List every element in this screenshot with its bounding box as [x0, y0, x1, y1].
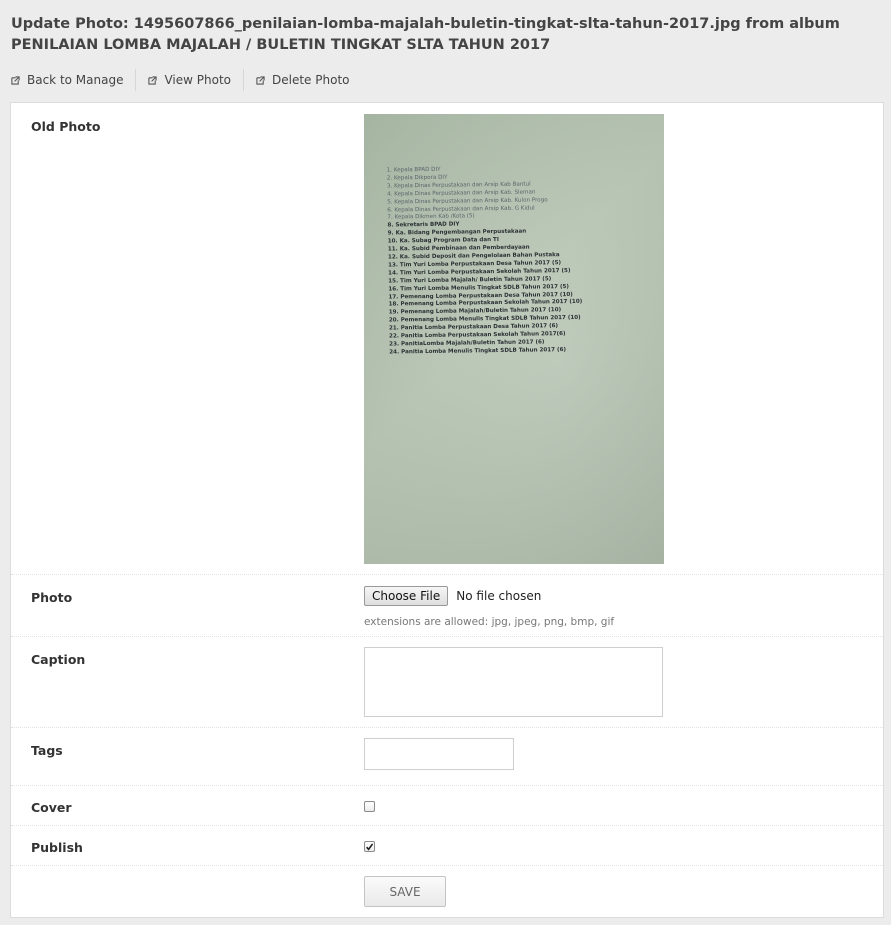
photo-document-text: 1. Kepala BPAD DIY 2. Kepala Dikpora DIY 3…: [387, 164, 610, 357]
external-link-icon: [11, 75, 20, 85]
checkmark-icon: [366, 842, 374, 851]
tags-label: Tags: [31, 743, 63, 758]
publish-checkbox[interactable]: [364, 841, 375, 852]
old-photo-row: Old Photo 1. Kepala BPAD DIY 2. Kepala Di…: [11, 103, 883, 575]
caption-textarea[interactable]: [364, 647, 663, 717]
extensions-hint: extensions are allowed: jpg, jpeg, png, …: [364, 616, 615, 628]
tags-input[interactable]: [364, 738, 514, 770]
old-photo-label: Old Photo: [31, 119, 101, 134]
cover-label: Cover: [31, 800, 72, 815]
page-title: Update Photo: 1495607866_penilaian-lomba…: [11, 16, 840, 53]
tags-row: Tags: [11, 728, 883, 786]
external-link-icon: [148, 75, 158, 85]
view-photo-link[interactable]: View Photo: [136, 69, 245, 91]
file-input: Choose File No file chosen extensions ar…: [364, 585, 614, 628]
save-row: SAVE: [11, 866, 883, 918]
publish-label: Publish: [31, 840, 83, 855]
delete-photo-label: Delete Photo: [272, 73, 350, 87]
photo-row: Photo Choose File No file chosen extensi…: [11, 575, 883, 637]
cover-checkbox[interactable]: [364, 801, 375, 812]
save-button[interactable]: SAVE: [364, 876, 446, 907]
photo-label: Photo: [31, 590, 73, 605]
back-to-manage-label: Back to Manage: [27, 73, 124, 87]
caption-row: Caption: [11, 637, 883, 728]
back-to-manage-link[interactable]: Back to Manage: [0, 69, 137, 91]
choose-file-button[interactable]: Choose File: [364, 586, 449, 606]
publish-row: Publish: [11, 826, 883, 866]
edit-photo-form: Old Photo 1. Kepala BPAD DIY 2. Kepala Di…: [10, 102, 884, 918]
external-link-icon: [256, 75, 265, 85]
toolbar: Back to Manage View Photo Delete Photo: [0, 68, 362, 92]
view-photo-label: View Photo: [164, 73, 232, 87]
delete-photo-link[interactable]: Delete Photo: [244, 69, 361, 91]
caption-label: Caption: [31, 652, 86, 667]
no-file-chosen-text: No file chosen: [456, 589, 542, 603]
old-photo-image: 1. Kepala BPAD DIY 2. Kepala Dikpora DIY 3…: [364, 114, 664, 564]
cover-row: Cover: [11, 786, 883, 826]
